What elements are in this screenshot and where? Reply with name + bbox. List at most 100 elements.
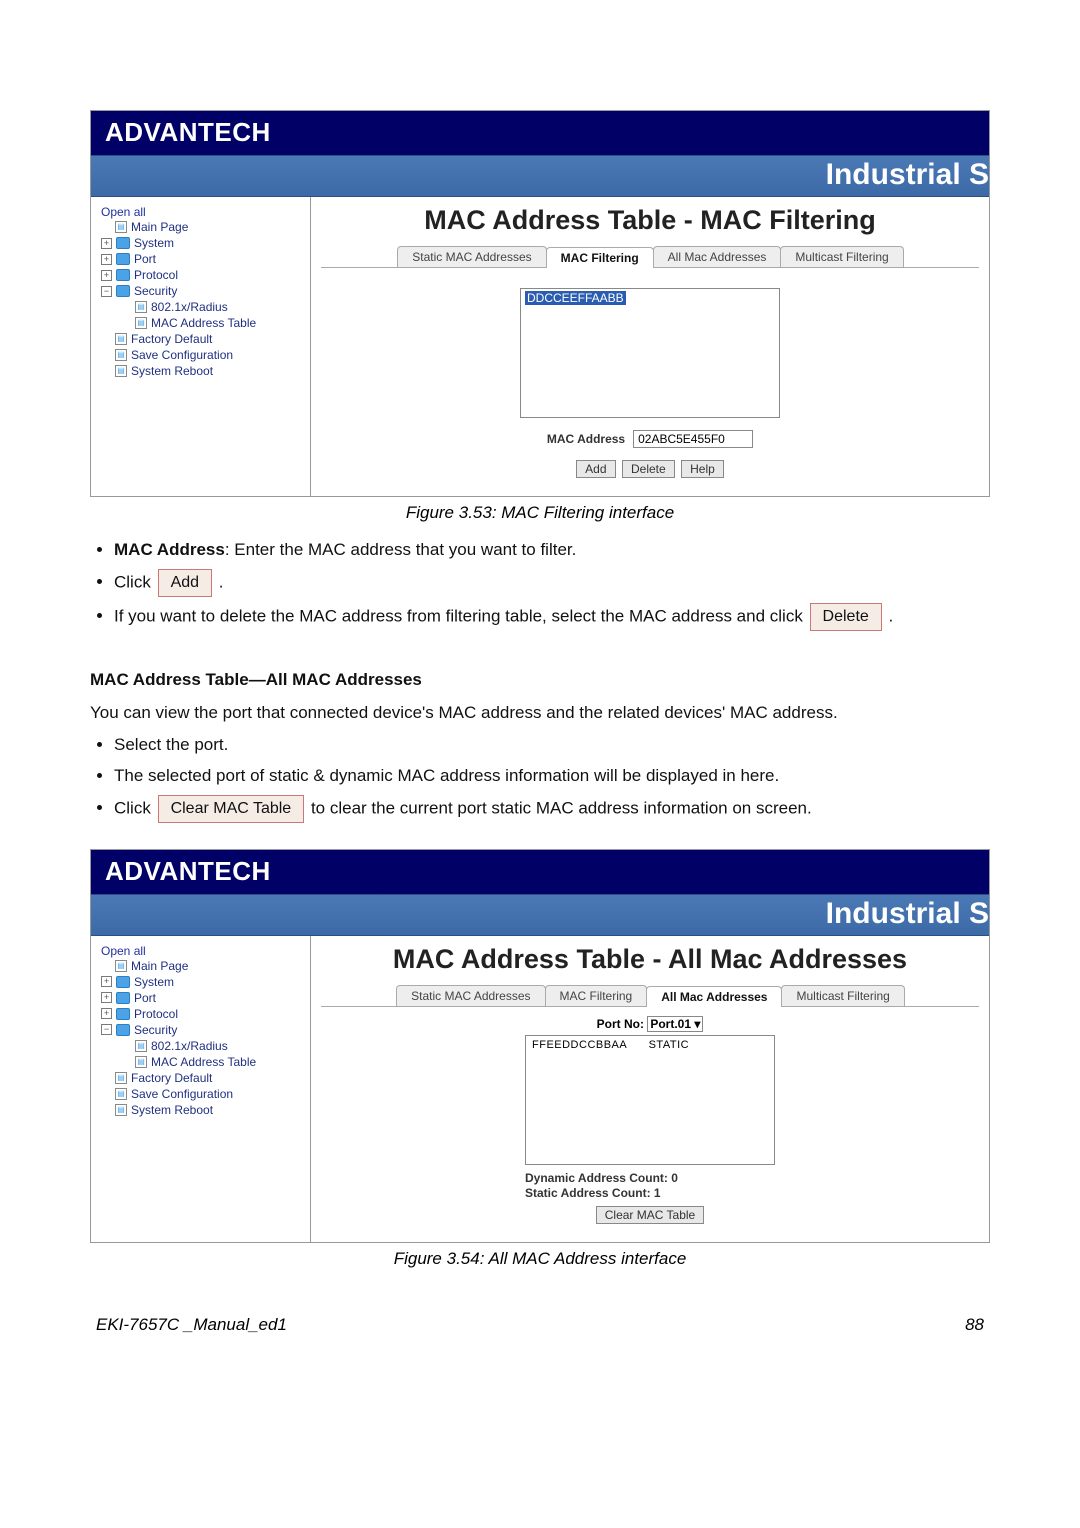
nav-port[interactable]: + Port [101,990,304,1006]
mac-filter-listbox[interactable]: DDCCEEFFAABB [520,288,780,418]
nav-system-reboot[interactable]: ▤ System Reboot [101,363,304,379]
nav-8021x[interactable]: ▤ 802.1x/Radius [101,1038,304,1054]
tab-static-mac[interactable]: Static MAC Addresses [396,985,545,1006]
nav-label: Main Page [131,220,188,234]
nav-save-config[interactable]: ▤Save Configuration [101,1086,304,1102]
tab-all-mac[interactable]: All Mac Addresses [646,986,782,1007]
nav-label: Save Configuration [131,348,233,362]
expand-icon[interactable]: + [101,254,112,265]
mac-filtering-screenshot: ADVANTECH Industrial S Open all ▤Main Pa… [90,110,990,497]
nav-label: System [134,236,174,250]
add-button[interactable]: Add [576,460,615,478]
open-all-link[interactable]: Open all [101,944,146,958]
static-count-label: Static Address Count: [525,1186,651,1200]
paragraph-all-mac: You can view the port that connected dev… [90,700,990,726]
expand-icon[interactable]: + [101,976,112,987]
all-mac-panel: MAC Address Table - All Mac Addresses St… [311,936,989,1242]
nav-protocol[interactable]: + Protocol [101,267,304,283]
mac-address-term: MAC Address [114,540,225,559]
nav-protocol[interactable]: + Protocol [101,1006,304,1022]
folder-icon [116,269,130,281]
figure-caption-353: Figure 3.53: MAC Filtering interface [90,503,990,523]
tab-mac-filtering[interactable]: MAC Filtering [546,247,654,268]
brand-bar: ADVANTECH [91,111,989,154]
inline-delete-button: Delete [810,603,882,631]
port-select[interactable]: Port.01 ▾ [647,1016,703,1032]
page-icon: ▤ [135,1040,147,1052]
page-footer: EKI-7657C _Manual_ed1 88 [90,1315,990,1335]
mac-row-address: FFEEDDCCBBAA [532,1039,627,1051]
help-button[interactable]: Help [681,460,724,478]
tab-multicast[interactable]: Multicast Filtering [781,985,904,1006]
text: Click [114,572,156,591]
nav-mac-table[interactable]: ▤MAC Address Table [101,315,304,331]
nav-system-reboot[interactable]: ▤ System Reboot [101,1102,304,1118]
expand-icon[interactable]: + [101,992,112,1003]
collapse-icon[interactable]: − [101,1024,112,1035]
nav-label: Protocol [134,1007,178,1021]
selected-mac-entry[interactable]: DDCCEEFFAABB [525,291,626,305]
tab-multicast[interactable]: Multicast Filtering [780,246,903,267]
nav-save-config[interactable]: ▤Save Configuration [101,347,304,363]
nav-factory-default[interactable]: ▤Factory Default [101,331,304,347]
page-icon: ▤ [135,1056,147,1068]
page-title: MAC Address Table - All Mac Addresses [321,944,979,975]
collapse-icon[interactable]: − [101,286,112,297]
nav-label: Port [134,991,156,1005]
doc-text-block-1: MAC Address: Enter the MAC address that … [90,537,990,823]
nav-port[interactable]: + Port [101,251,304,267]
banner-industrial: Industrial S [91,894,989,936]
nav-label: Protocol [134,268,178,282]
text: If you want to delete the MAC address fr… [114,606,808,625]
mac-row-type: STATIC [649,1039,689,1051]
delete-button[interactable]: Delete [622,460,675,478]
text: : Enter the MAC address that you want to… [225,540,577,559]
mac-address-input[interactable]: 02ABC5E455F0 [633,430,753,448]
bullet-select-port: Select the port. [114,732,990,758]
mac-address-label: MAC Address [547,432,625,446]
nav-label: Security [134,1023,177,1037]
inline-clear-button: Clear MAC Table [158,795,305,823]
folder-icon [116,1024,130,1036]
text: . [889,606,894,625]
bullet-click-clear: Click Clear MAC Table to clear the curre… [114,795,990,823]
page-icon: ▤ [115,365,127,377]
expand-icon[interactable]: + [101,270,112,281]
nav-factory-default[interactable]: ▤Factory Default [101,1070,304,1086]
port-no-label: Port No: [597,1017,644,1031]
tab-all-mac[interactable]: All Mac Addresses [653,246,782,267]
expand-icon[interactable]: + [101,238,112,249]
tab-static-mac[interactable]: Static MAC Addresses [397,246,546,267]
nav-label: MAC Address Table [151,1055,256,1069]
text: Click [114,798,156,817]
open-all-link[interactable]: Open all [101,205,146,219]
nav-label: Factory Default [131,1071,212,1085]
text: . [219,572,224,591]
nav-label: Main Page [131,959,188,973]
page-icon: ▤ [115,1104,127,1116]
nav-label: Save Configuration [131,1087,233,1101]
nav-label: System Reboot [131,364,213,378]
nav-tree: Open all ▤Main Page +System +Port +Proto… [91,197,311,496]
nav-label: System Reboot [131,1103,213,1117]
folder-icon [116,992,130,1004]
nav-mac-table[interactable]: ▤ MAC Address Table [101,1054,304,1070]
port-select-value: Port.01 [650,1017,691,1031]
nav-system[interactable]: +System [101,974,304,990]
nav-security[interactable]: −Security [101,283,304,299]
nav-system[interactable]: + System [101,235,304,251]
nav-main-page[interactable]: ▤ Main Page [101,958,304,974]
tab-mac-filtering[interactable]: MAC Filtering [545,985,648,1006]
nav-8021x[interactable]: ▤802.1x/Radius [101,299,304,315]
page-icon: ▤ [115,960,127,972]
nav-security[interactable]: − Security [101,1022,304,1038]
folder-icon [116,253,130,265]
mac-list-box[interactable]: FFEEDDCCBBAA STATIC [525,1035,775,1165]
clear-mac-table-button[interactable]: Clear MAC Table [596,1206,704,1224]
all-mac-screenshot: ADVANTECH Industrial S Open all ▤Main Pa… [90,849,990,1243]
folder-icon [116,976,130,988]
nav-label: 802.1x/Radius [151,1039,228,1053]
nav-main-page[interactable]: ▤Main Page [101,219,304,235]
nav-label: Port [134,252,156,266]
expand-icon[interactable]: + [101,1008,112,1019]
